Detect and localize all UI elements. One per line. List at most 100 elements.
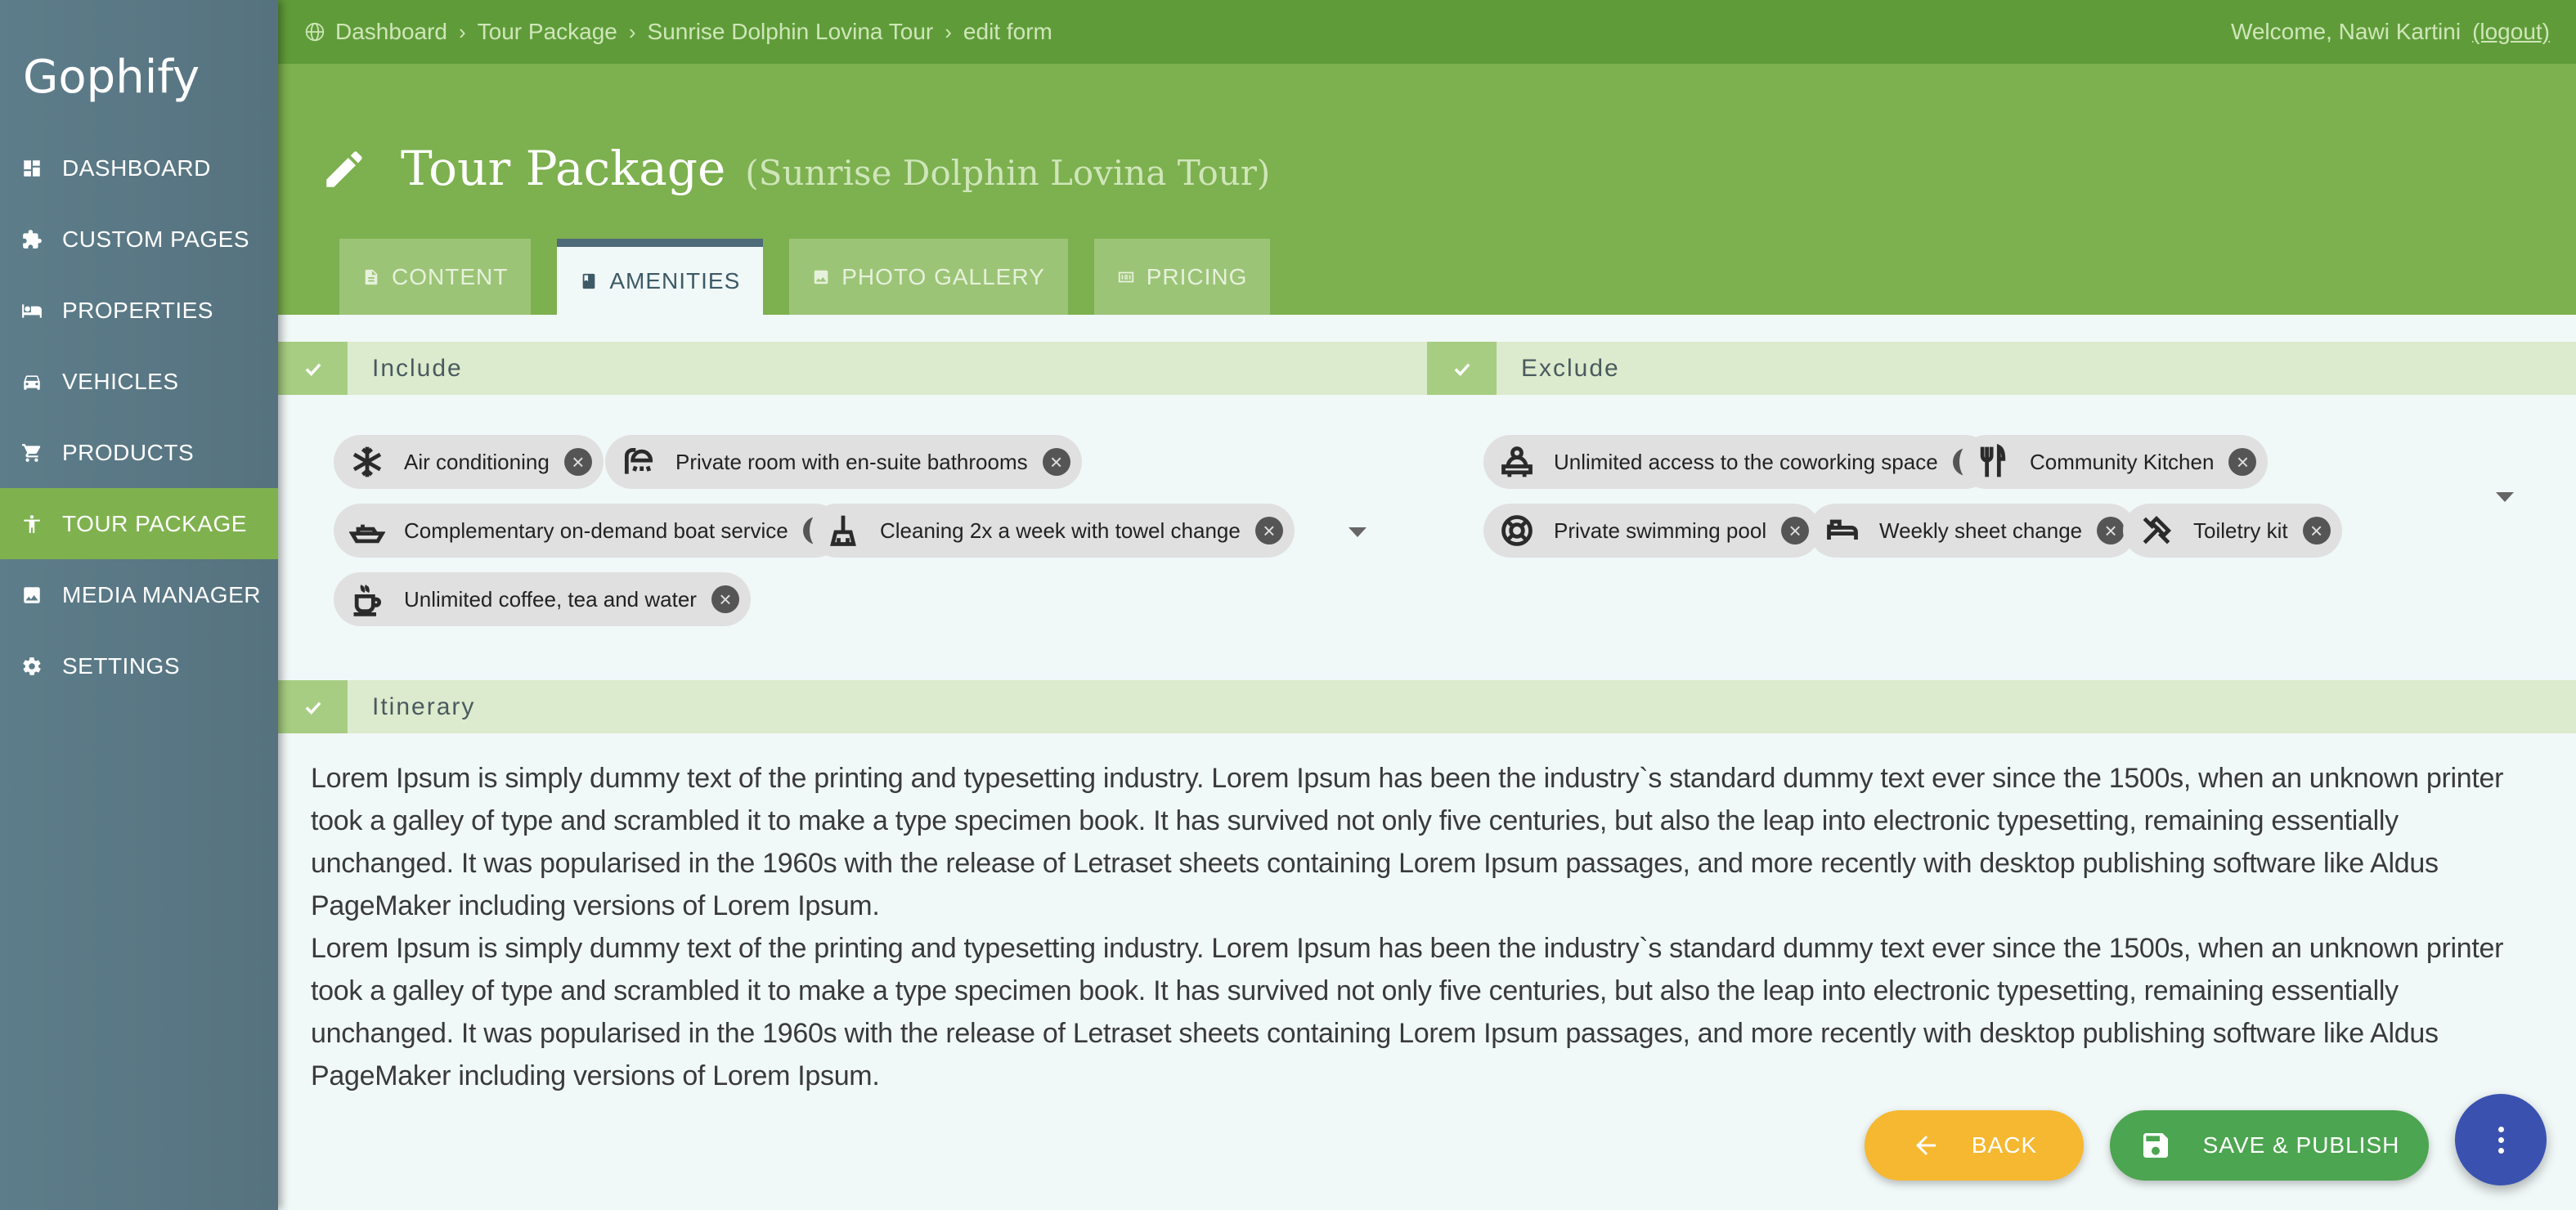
more-actions-button[interactable]: [2455, 1094, 2547, 1185]
cart-icon: [22, 443, 41, 462]
page-subtitle: (Sunrise Dolphin Lovina Tour): [745, 153, 1271, 193]
title-row: Tour Package (Sunrise Dolphin Lovina Tou…: [321, 137, 1270, 196]
amenity-chip: Toiletry kit ×: [2123, 504, 2342, 558]
sidebar-item-label: VEHICLES: [62, 368, 179, 394]
sidebar-item-products[interactable]: PRODUCTS: [0, 417, 278, 488]
amenity-chip: Cleaning 2x a week with towel change ×: [810, 504, 1295, 558]
amenity-chip: Complementary on-demand boat service ×: [334, 504, 842, 558]
sidebar-nav: DASHBOARD CUSTOM PAGES PROPERTIES VEHICL…: [0, 132, 278, 701]
exclude-dropdown-arrow-icon[interactable]: [2496, 492, 2514, 502]
broom-icon: [823, 510, 864, 551]
remove-chip-button[interactable]: ×: [711, 585, 739, 613]
tab-label: AMENITIES: [609, 267, 741, 294]
sidebar-item-label: MEDIA MANAGER: [62, 581, 261, 607]
amenity-chip: Unlimited coffee, tea and water ×: [334, 572, 751, 626]
exclude-title: Exclude: [1521, 354, 1620, 382]
cutlery-icon: [1972, 441, 2013, 482]
sidebar-item-custom-pages[interactable]: CUSTOM PAGES: [0, 204, 278, 275]
chip-label: Air conditioning: [404, 449, 550, 474]
check-icon: [1427, 342, 1497, 395]
tab-content[interactable]: CONTENT: [339, 239, 532, 315]
person-icon: [24, 514, 40, 533]
include-dropdown-arrow-icon[interactable]: [1349, 527, 1367, 537]
remove-chip-button[interactable]: ×: [563, 448, 592, 476]
tab-label: CONTENT: [392, 263, 509, 289]
check-icon: [278, 342, 348, 395]
top-bar: Dashboard › Tour Package › Sunrise Dolph…: [278, 0, 2576, 64]
sidebar-item-dashboard[interactable]: DASHBOARD: [0, 132, 278, 204]
include-section-header: Include: [278, 342, 1427, 395]
chevron-right-icon: ›: [458, 19, 466, 44]
check-icon: [278, 680, 348, 733]
back-button-label: BACK: [1971, 1132, 2038, 1158]
image-icon: [815, 270, 828, 284]
include-title: Include: [372, 354, 463, 382]
sidebar-item-media-manager[interactable]: MEDIA MANAGER: [0, 559, 278, 630]
save-icon: [2143, 1133, 2168, 1158]
itinerary-section-header: Itinerary: [278, 680, 2576, 733]
car-icon: [24, 374, 40, 390]
remove-chip-button[interactable]: ×: [2228, 448, 2257, 476]
sidebar-item-label: SETTINGS: [62, 652, 181, 679]
remove-chip-button[interactable]: ×: [1781, 517, 1810, 544]
chip-label: Community Kitchen: [2030, 449, 2215, 474]
save-publish-button[interactable]: SAVE & PUBLISH: [2110, 1110, 2429, 1181]
breadcrumb-item-tour-package[interactable]: Tour Package: [478, 19, 617, 45]
amenity-chip: Air conditioning ×: [334, 435, 604, 489]
chevron-right-icon: ›: [628, 19, 636, 44]
remove-chip-button[interactable]: ×: [1042, 448, 1070, 476]
toiletry-icon: [2136, 510, 2177, 551]
amenity-chip: Weekly sheet change ×: [1809, 504, 2137, 558]
tab-label: PRICING: [1146, 263, 1248, 289]
gear-icon: [23, 657, 41, 675]
remove-chip-button[interactable]: ×: [2302, 517, 2331, 544]
breadcrumb-item-current: edit form: [963, 19, 1052, 44]
page-header: Tour Package (Sunrise Dolphin Lovina Tou…: [278, 64, 2576, 315]
amenity-chip: Community Kitchen ×: [1959, 435, 2269, 489]
breadcrumb-item-dashboard[interactable]: Dashboard: [335, 19, 447, 45]
tab-pricing[interactable]: PRICING: [1093, 239, 1271, 315]
itinerary-title: Itinerary: [372, 692, 476, 720]
page-title: Tour Package: [401, 141, 726, 196]
back-button[interactable]: BACK: [1865, 1110, 2084, 1181]
breadcrumb: Dashboard › Tour Package › Sunrise Dolph…: [304, 19, 1052, 45]
desk-worker-icon: [1497, 441, 1537, 482]
tab-bar: CONTENT AMENITIES PHOTO GALLERY PRICING: [339, 239, 1271, 315]
sidebar-item-vehicles[interactable]: VEHICLES: [0, 346, 278, 417]
lifebuoy-icon: [1497, 510, 1537, 551]
sidebar-item-tour-package[interactable]: TOUR PACKAGE: [0, 488, 278, 559]
dashboard-icon: [24, 159, 40, 177]
sidebar-item-properties[interactable]: PROPERTIES: [0, 275, 278, 346]
globe-icon: [305, 22, 325, 42]
tab-amenities[interactable]: AMENITIES: [557, 239, 764, 315]
more-vert-icon: [2497, 1126, 2504, 1154]
pencil-icon: [326, 151, 362, 187]
chip-label: Unlimited access to the coworking space: [1554, 449, 1938, 474]
brand-logo[interactable]: Gophify: [23, 51, 200, 104]
remove-chip-button[interactable]: ×: [2097, 517, 2125, 544]
welcome-text: Welcome, Nawi Kartini: [2230, 19, 2462, 44]
chevron-right-icon: ›: [945, 19, 952, 44]
chip-label: Unlimited coffee, tea and water: [404, 586, 697, 612]
tab-photo-gallery[interactable]: PHOTO GALLERY: [789, 239, 1068, 315]
sidebar-item-label: TOUR PACKAGE: [62, 510, 247, 536]
chip-label: Private room with en-suite bathrooms: [675, 449, 1028, 474]
remove-chip-button[interactable]: ×: [1254, 517, 1283, 544]
arrow-left-icon: [1915, 1136, 1936, 1155]
document-icon: [365, 269, 378, 285]
bed-icon: [1822, 510, 1863, 551]
amenity-chip: Unlimited access to the coworking space …: [1483, 435, 1992, 489]
chip-label: Toiletry kit: [2193, 518, 2288, 543]
amenity-chip: Private room with en-suite bathrooms ×: [605, 435, 1082, 489]
chip-label: Weekly sheet change: [1879, 518, 2083, 543]
itinerary-editor[interactable]: Lorem Ipsum is simply dummy text of the …: [311, 757, 2519, 1097]
bed-icon: [22, 303, 42, 318]
save-button-label: SAVE & PUBLISH: [2202, 1132, 2400, 1158]
sidebar-item-label: DASHBOARD: [62, 155, 211, 181]
user-welcome: Welcome, Nawi Kartini (logout): [2231, 19, 2550, 45]
breadcrumb-item-tour-name[interactable]: Sunrise Dolphin Lovina Tour: [648, 19, 934, 45]
tab-label: PHOTO GALLERY: [841, 263, 1045, 289]
image-icon: [24, 586, 40, 603]
sidebar-item-settings[interactable]: SETTINGS: [0, 630, 278, 701]
logout-link[interactable]: (logout): [2472, 19, 2550, 45]
